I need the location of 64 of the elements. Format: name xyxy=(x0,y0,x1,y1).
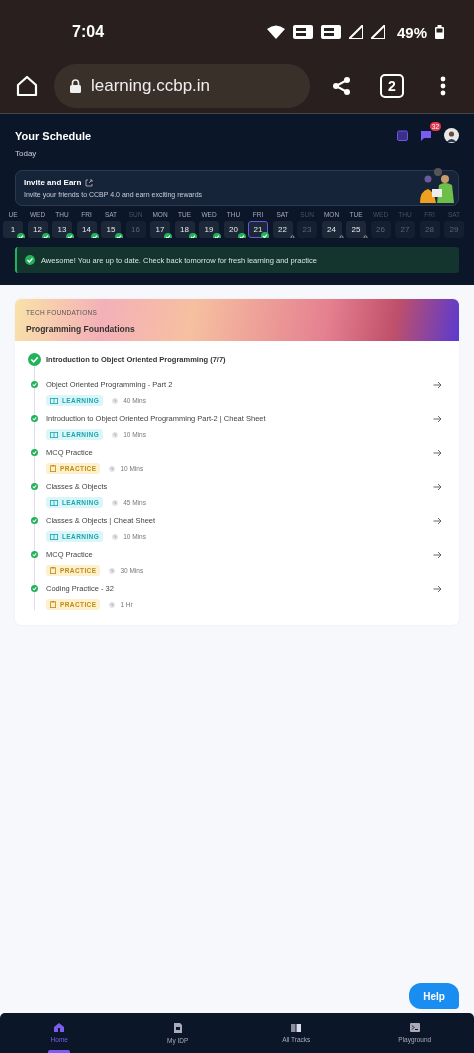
document-icon xyxy=(173,1022,182,1033)
clipboard-icon xyxy=(50,567,56,574)
tab-count-button[interactable]: 2 xyxy=(380,73,404,98)
home-icon[interactable] xyxy=(16,74,38,97)
date-button[interactable]: 13 xyxy=(52,221,72,238)
signal-icon xyxy=(370,25,385,39)
clock-icon xyxy=(112,499,119,506)
invite-title: Invite and Earn xyxy=(24,178,82,187)
date-button[interactable]: 19 xyxy=(199,221,219,238)
arrow-right-icon[interactable] xyxy=(433,414,442,423)
clipboard-icon xyxy=(50,601,56,608)
clock-time: 7:04 xyxy=(72,23,105,41)
arrow-right-icon[interactable] xyxy=(433,584,442,593)
check-icon xyxy=(237,233,246,238)
course-title: Programming Foundations xyxy=(26,324,136,334)
check-icon xyxy=(25,255,35,265)
clock-icon xyxy=(112,397,119,404)
check-icon xyxy=(90,233,99,238)
arrow-right-icon[interactable] xyxy=(433,516,442,525)
clipboard-icon xyxy=(50,465,56,472)
today-label: Today xyxy=(15,149,38,158)
more-icon[interactable] xyxy=(440,75,446,96)
clock-icon xyxy=(112,431,119,438)
address-bar[interactable]: learning.ccbp.in xyxy=(54,63,310,108)
signal-icon xyxy=(348,25,363,39)
check-icon xyxy=(41,233,50,238)
arrow-right-icon[interactable] xyxy=(433,550,442,559)
arrow-right-icon[interactable] xyxy=(433,448,442,457)
date-button[interactable]: 14 xyxy=(76,221,97,238)
date-button[interactable]: 12 xyxy=(27,221,48,238)
volte-icon xyxy=(320,25,341,39)
battery-icon xyxy=(435,25,444,39)
check-icon xyxy=(188,233,197,238)
external-link-icon xyxy=(85,178,94,187)
book-icon xyxy=(50,499,58,506)
book-icon xyxy=(291,1023,302,1032)
clock-icon xyxy=(112,533,119,540)
volte-icon xyxy=(292,25,313,39)
clock-icon xyxy=(109,465,116,472)
clock-icon xyxy=(109,567,116,574)
arrow-right-icon[interactable] xyxy=(433,482,442,491)
date-button[interactable]: 15 xyxy=(101,221,121,238)
date-button[interactable]: 22 xyxy=(272,221,293,238)
schedule-title: Your Schedule xyxy=(15,129,92,142)
terminal-icon xyxy=(409,1023,420,1032)
battery-level: 49% xyxy=(396,23,427,41)
book-icon xyxy=(50,431,58,438)
arrow-right-icon[interactable] xyxy=(433,380,442,389)
check-icon xyxy=(261,232,269,238)
date-button[interactable]: 18 xyxy=(174,221,195,238)
avatar[interactable] xyxy=(444,128,459,143)
date-button[interactable]: 24 xyxy=(321,221,342,238)
date-button[interactable]: 20 xyxy=(223,221,244,238)
book-icon xyxy=(50,397,58,404)
date-button[interactable]: 21 xyxy=(248,221,268,238)
date-button[interactable]: 25 xyxy=(346,221,366,238)
date-button[interactable]: 1 xyxy=(3,221,23,238)
date-button[interactable]: 17 xyxy=(150,221,170,238)
chat-icon[interactable] xyxy=(420,129,432,142)
book-icon xyxy=(50,533,58,540)
wifi-icon xyxy=(266,25,285,39)
share-icon[interactable] xyxy=(332,75,352,96)
home-icon xyxy=(54,1023,65,1032)
clock-icon xyxy=(109,601,116,608)
